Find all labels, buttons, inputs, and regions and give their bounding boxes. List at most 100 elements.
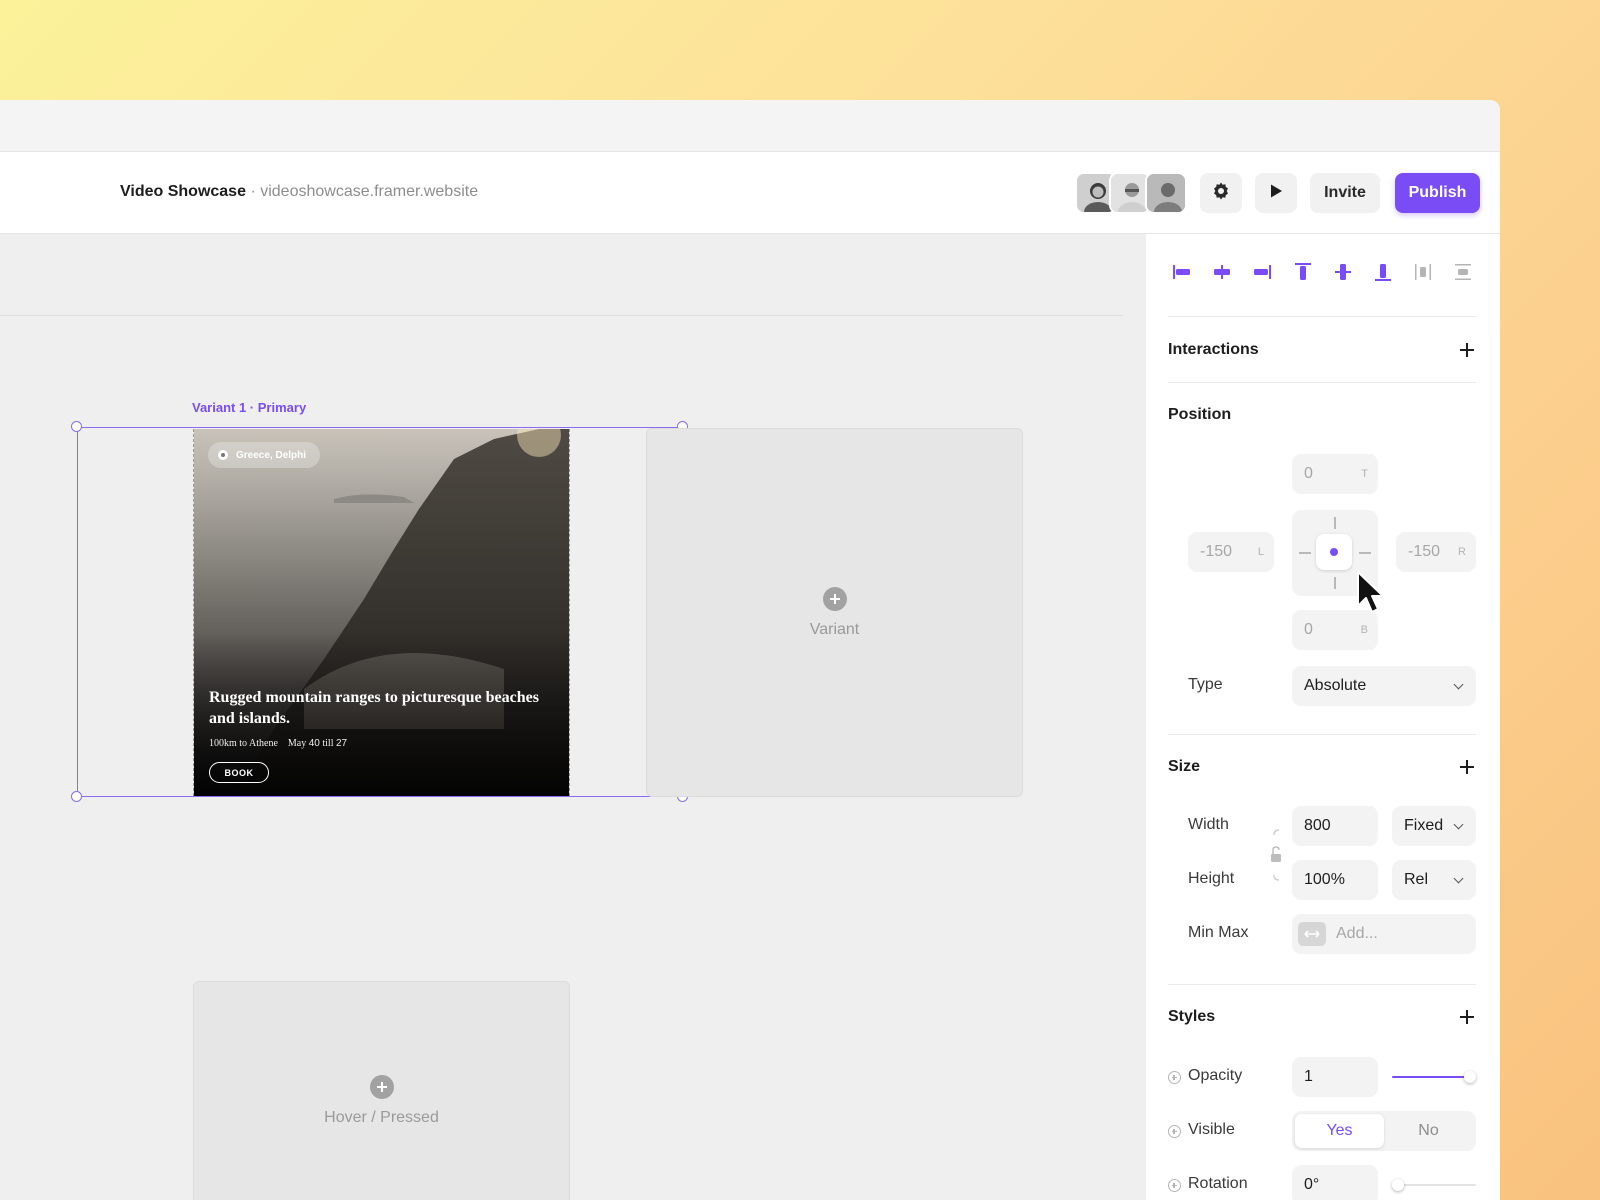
top-toolbar: Video Showcase · videoshowcase.framer.we…: [0, 152, 1500, 234]
opacity-toggle-icon[interactable]: [1168, 1071, 1181, 1084]
location-badge: Greece, Delphi: [208, 442, 321, 468]
rotation-input[interactable]: 0°: [1292, 1165, 1378, 1200]
align-center-v-icon[interactable]: [1329, 258, 1357, 286]
hover-variant-label: Hover / Pressed: [324, 1109, 439, 1126]
opacity-input[interactable]: 1: [1292, 1057, 1378, 1097]
pin-center-dot[interactable]: [1316, 534, 1352, 570]
resize-handle-top-left[interactable]: [71, 421, 82, 432]
project-title[interactable]: Video Showcase · videoshowcase.framer.we…: [120, 183, 478, 201]
align-top-icon[interactable]: [1289, 258, 1317, 286]
visible-segmented-control: Yes No: [1292, 1111, 1476, 1151]
pin-bottom-tick: [1334, 577, 1336, 589]
preview-button[interactable]: [1255, 173, 1297, 213]
height-input[interactable]: 100%: [1292, 860, 1378, 900]
visible-label: Visible: [1188, 1121, 1235, 1138]
panel-divider: [1168, 382, 1476, 383]
pin-left-tick: [1299, 552, 1311, 554]
position-bottom-value: 0: [1304, 621, 1313, 638]
add-variant-slot[interactable]: Variant: [646, 428, 1023, 797]
add-style-icon[interactable]: [1458, 1008, 1476, 1026]
width-input[interactable]: 800: [1292, 806, 1378, 846]
position-title: Position: [1168, 406, 1232, 423]
visible-no-option[interactable]: No: [1384, 1114, 1473, 1148]
panel-divider: [1168, 984, 1476, 985]
height-mode-select[interactable]: Rel: [1392, 860, 1476, 900]
height-label: Height: [1188, 870, 1235, 887]
resize-handle-bottom-left[interactable]: [71, 791, 82, 802]
position-left-value: -150: [1200, 543, 1233, 560]
settings-button[interactable]: [1200, 173, 1242, 213]
play-icon: [1267, 182, 1285, 205]
rotation-slider-track: [1392, 1184, 1476, 1186]
aspect-lock-icon[interactable]: [1270, 828, 1284, 882]
book-button[interactable]: BOOK: [209, 762, 269, 783]
size-title: Size: [1168, 758, 1201, 775]
meta-distance: 100km to Athene: [209, 738, 278, 749]
visible-yes-option[interactable]: Yes: [1295, 1114, 1384, 1148]
position-right-input[interactable]: -150 R: [1396, 532, 1476, 572]
card-headline: Rugged mountain ranges to picturesque be…: [209, 689, 539, 727]
position-left-suffix: L: [1257, 546, 1264, 558]
position-top-suffix: T: [1361, 468, 1368, 480]
align-center-h-icon[interactable]: [1208, 258, 1236, 286]
add-variant-label: Variant: [809, 620, 860, 638]
plus-circle-icon: [369, 1075, 394, 1099]
avatar-3[interactable]: [1145, 172, 1187, 214]
publish-button[interactable]: Publish: [1395, 173, 1480, 213]
project-name: Video Showcase: [120, 183, 246, 200]
location-text: Greece, Delphi: [236, 449, 307, 461]
collaborator-avatars[interactable]: [1075, 172, 1189, 214]
canvas-guide-line: [0, 315, 1123, 316]
rotation-slider[interactable]: [1392, 1176, 1476, 1194]
window-titlebar: [0, 100, 1500, 152]
meta-till: till: [322, 738, 334, 749]
travel-card-variant[interactable]: Greece, Delphi Rugged mountain ranges to…: [193, 429, 570, 796]
plus-circle-icon: [822, 586, 847, 611]
invite-button[interactable]: Invite: [1310, 173, 1380, 213]
position-right-value: -150: [1408, 543, 1441, 560]
design-canvas[interactable]: Variant 1 · Primary Greece, Delphi Rugge…: [0, 234, 1146, 1200]
position-top-value: 0: [1304, 465, 1313, 482]
opacity-slider-fill: [1392, 1076, 1470, 1078]
opacity-slider[interactable]: [1392, 1068, 1476, 1086]
location-pin-icon: [218, 450, 228, 460]
card-meta: 100km to Athene May 40 till 27: [209, 738, 347, 749]
opacity-slider-knob[interactable]: [1464, 1071, 1476, 1083]
position-top-input[interactable]: 0 T: [1292, 454, 1378, 494]
position-bottom-suffix: B: [1360, 624, 1368, 636]
align-left-icon[interactable]: [1168, 258, 1196, 286]
panel-divider: [1168, 734, 1476, 735]
position-left-input[interactable]: -150 L: [1188, 532, 1274, 572]
rotation-slider-knob[interactable]: [1392, 1179, 1404, 1191]
align-bottom-icon[interactable]: [1369, 258, 1397, 286]
add-interaction-icon[interactable]: [1458, 341, 1476, 359]
panel-divider: [1168, 316, 1476, 317]
properties-panel: Interactions Position 0 T -150 L -150 R …: [1146, 234, 1500, 1200]
title-separator: ·: [250, 183, 256, 200]
distribute-h-icon[interactable]: [1409, 258, 1437, 286]
distribute-v-icon[interactable]: [1449, 258, 1477, 286]
meta-month: May: [287, 738, 307, 749]
type-label: Type: [1188, 676, 1223, 693]
opacity-label: Opacity: [1188, 1067, 1243, 1084]
rotation-label: Rotation: [1188, 1175, 1248, 1192]
add-hover-variant-slot[interactable]: Hover / Pressed: [193, 981, 570, 1200]
width-mode-select[interactable]: Fixed: [1392, 806, 1476, 846]
minmax-input[interactable]: Add...: [1292, 914, 1476, 954]
styles-title: Styles: [1168, 1008, 1216, 1025]
resize-arrows-icon: [1298, 922, 1326, 946]
interactions-title: Interactions: [1168, 341, 1259, 358]
alignment-toolbar: [1168, 258, 1474, 286]
visible-toggle-icon[interactable]: [1168, 1125, 1181, 1138]
meta-end-day: 27: [335, 738, 348, 749]
minmax-placeholder: Add...: [1336, 925, 1378, 942]
align-right-icon[interactable]: [1248, 258, 1276, 286]
rotation-toggle-icon[interactable]: [1168, 1179, 1181, 1192]
variant-label[interactable]: Variant 1 · Primary: [192, 400, 306, 415]
mouse-cursor-icon: [1355, 570, 1389, 620]
gear-icon: [1211, 181, 1231, 206]
pin-top-tick: [1334, 517, 1336, 529]
position-type-select[interactable]: Absolute: [1292, 666, 1476, 706]
add-size-icon[interactable]: [1458, 758, 1476, 776]
project-url: videoshowcase.framer.website: [260, 183, 479, 200]
